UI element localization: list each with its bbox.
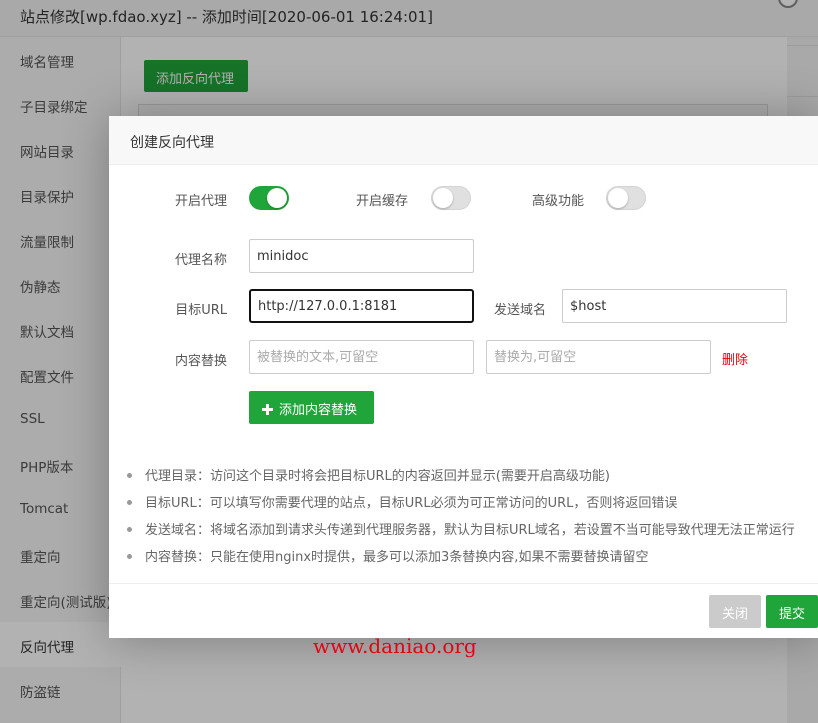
- advanced-toggle[interactable]: [606, 186, 646, 210]
- enable-cache-toggle[interactable]: [431, 186, 471, 210]
- dialog-footer: 关闭 提交: [109, 583, 818, 638]
- advanced-label: 高级功能: [531, 194, 584, 209]
- delete-replace-link[interactable]: 删除: [722, 349, 748, 368]
- send-domain-input[interactable]: [562, 289, 787, 323]
- enable-cache-label: 开启缓存: [355, 194, 408, 209]
- bullet-icon: [127, 473, 132, 478]
- proxy-name-label: 代理名称: [174, 253, 227, 268]
- tip-item: 内容替换：只能在使用nginx时提供，最多可以添加3条替换内容,如果不需要替换请…: [127, 546, 818, 573]
- tip-item: 发送域名：将域名添加到请求头传递到代理服务器，默认为目标URL域名，若设置不当可…: [127, 519, 818, 546]
- toggle-knob: [267, 188, 287, 208]
- toggle-knob: [608, 188, 628, 208]
- enable-proxy-toggle[interactable]: [249, 186, 289, 210]
- close-button[interactable]: 关闭: [709, 595, 761, 628]
- replace-to-input[interactable]: [486, 340, 711, 374]
- enable-proxy-label: 开启代理: [174, 194, 227, 209]
- watermark-text: www.daniao.org: [313, 634, 477, 658]
- target-url-input[interactable]: [249, 289, 474, 323]
- plus-icon: [262, 404, 273, 415]
- bullet-icon: [127, 527, 132, 532]
- tip-item: 代理目录：访问这个目录时将会把目标URL的内容返回并显示(需要开启高级功能): [127, 465, 818, 492]
- proxy-name-input[interactable]: [249, 239, 474, 273]
- toggle-knob: [433, 188, 453, 208]
- help-tips: 代理目录：访问这个目录时将会把目标URL的内容返回并显示(需要开启高级功能) 目…: [127, 465, 818, 573]
- create-reverse-proxy-dialog: 创建反向代理 开启代理 开启缓存 高级功能 代理名称 目标URL 发送域名 内容…: [109, 116, 818, 638]
- send-domain-label: 发送域名: [493, 303, 546, 318]
- submit-button[interactable]: 提交: [766, 595, 818, 628]
- tip-item: 目标URL：可以填写你需要代理的站点，目标URL必须为可正常访问的URL，否则将…: [127, 492, 818, 519]
- bullet-icon: [127, 500, 132, 505]
- bullet-icon: [127, 554, 132, 559]
- add-content-replace-label: 添加内容替换: [279, 403, 358, 418]
- content-replace-label: 内容替换: [174, 354, 227, 369]
- dialog-title: 创建反向代理: [109, 116, 818, 165]
- add-content-replace-button[interactable]: 添加内容替换: [249, 391, 374, 424]
- target-url-label: 目标URL: [175, 303, 227, 318]
- replace-from-input[interactable]: [249, 340, 474, 374]
